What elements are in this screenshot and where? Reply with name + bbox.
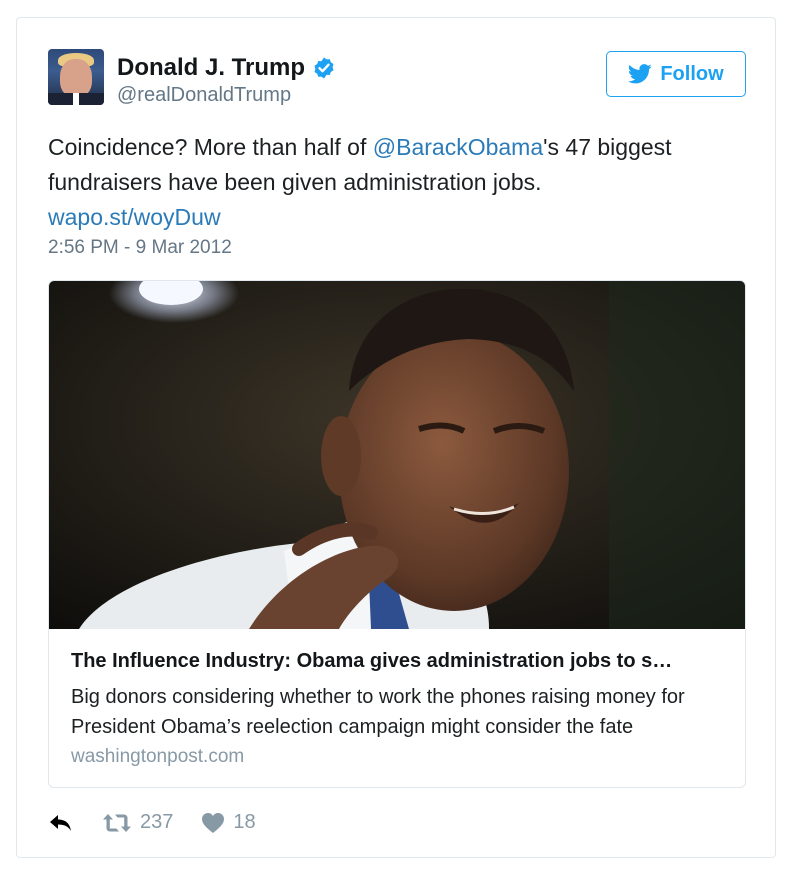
follow-button[interactable]: Follow: [606, 51, 746, 97]
tweet-timestamp[interactable]: 2:56 PM - 9 Mar 2012: [48, 237, 232, 259]
avatar[interactable]: [48, 49, 104, 105]
retweet-button[interactable]: 237: [102, 811, 173, 834]
heart-icon: [202, 812, 225, 833]
retweet-icon: [103, 813, 131, 832]
follow-label: Follow: [660, 62, 724, 85]
link-preview-card[interactable]: The Influence Industry: Obama gives admi…: [48, 280, 746, 788]
card-domain: washingtonpost.com: [71, 746, 245, 767]
card-description: Big donors considering whether to work t…: [71, 686, 685, 738]
tweet-actions: 237 18: [48, 811, 256, 834]
tweet-text: Coincidence? More than half of @BarackOb…: [48, 130, 738, 235]
author-handle[interactable]: @realDonaldTrump: [117, 84, 291, 107]
card-title[interactable]: The Influence Industry: Obama gives admi…: [71, 650, 721, 673]
mention-link[interactable]: @BarackObama: [373, 134, 543, 160]
card-image: [49, 281, 745, 629]
like-button[interactable]: 18: [201, 811, 256, 834]
author-name-row: Donald J. Trump: [117, 54, 336, 82]
verified-badge-icon: [314, 57, 334, 79]
retweet-count: 237: [140, 811, 174, 833]
author-name[interactable]: Donald J. Trump: [117, 54, 305, 82]
tweet-link[interactable]: wapo.st/woyDuw: [48, 200, 738, 235]
like-count: 18: [233, 811, 256, 833]
twitter-bird-icon: [628, 64, 652, 84]
tweet-card: Donald J. Trump @realDonaldTrump Follow …: [16, 17, 776, 858]
reply-icon[interactable]: [48, 812, 74, 834]
